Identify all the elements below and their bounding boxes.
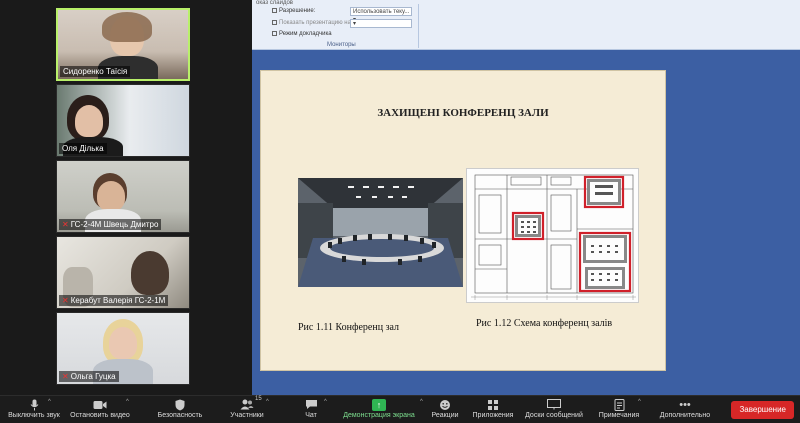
mute-label: Выключить звук (8, 412, 60, 419)
presenter-view-checkbox[interactable]: Режим докладчика (272, 31, 332, 37)
security-label: Безопасность (157, 412, 203, 419)
shared-screen: оказ слайдов Разрешение: Использовать те… (252, 0, 800, 395)
conference-floor-plan (466, 168, 639, 303)
chat-label: Чат (305, 412, 317, 419)
end-meeting-button[interactable]: Завершение (731, 401, 794, 419)
ribbon-tab[interactable]: оказ слайдов (256, 0, 293, 6)
microphone-icon (30, 397, 39, 412)
participant-gallery: Сидоренко Таїсія Оля Дiлька ✕ ГС-2-4М Шве… (0, 0, 245, 395)
conference-hall-photo (298, 178, 463, 287)
chat-bubble-icon (305, 397, 318, 412)
floor-plan-drawing (467, 169, 638, 302)
reactions-button[interactable]: Реакции (428, 396, 462, 423)
person-face (109, 327, 137, 359)
participants-count: 15 (255, 396, 262, 402)
person-hair (102, 12, 152, 42)
slide-canvas: ЗАХИЩЕНІ КОНФЕРЕНЦ ЗАЛИ Рис 1.11 Конфере… (252, 50, 800, 395)
resolution-label: Разрешение: (272, 8, 315, 14)
apps-label: Приложения (472, 412, 514, 419)
participant-tile[interactable]: Оля Дiлька (56, 84, 190, 157)
participant-name-tag: ✕ ГС-2-4М Швець Дмитро (59, 219, 162, 230)
participants-button[interactable]: 15 ^ Участники (222, 396, 272, 423)
workspace-background (666, 70, 800, 371)
participant-tile[interactable]: ✕ Керабут Валерія ГС-2-1М (56, 236, 190, 309)
notes-button[interactable]: ^ Примечания (596, 396, 642, 423)
participant-tile[interactable]: ✕ Ольга Гуцка (56, 312, 190, 385)
share-screen-button[interactable]: ↑ ^ Демонстрация экрана (340, 396, 423, 423)
monitor-dropdown[interactable]: ▾ (350, 19, 412, 28)
mic-muted-icon: ✕ (62, 296, 69, 305)
participant-name-tag: Сидоренко Таїсія (60, 66, 131, 77)
chevron-up-icon[interactable]: ^ (324, 399, 327, 405)
share-label: Демонстрация экрана (343, 412, 415, 419)
more-dots-icon: ••• (679, 398, 691, 411)
participant-name: Керабут Валерія ГС-2-1М (70, 296, 166, 305)
conference-hall-illustration (298, 178, 463, 287)
chevron-up-icon[interactable]: ^ (420, 399, 423, 405)
participant-name-tag: Оля Дiлька (59, 143, 107, 154)
stop-video-button[interactable]: ^ Остановить видео (68, 396, 132, 423)
presentation-slide: ЗАХИЩЕНІ КОНФЕРЕНЦ ЗАЛИ Рис 1.11 Конфере… (260, 70, 666, 371)
chat-button[interactable]: ^ Чат (296, 396, 327, 423)
chevron-up-icon[interactable]: ^ (48, 399, 51, 405)
participant-name: Оля Дiлька (62, 144, 104, 153)
more-label: Дополнительно (659, 412, 711, 419)
people-icon (240, 397, 254, 412)
video-camera-icon (93, 397, 107, 412)
meeting-toolbar: ^ Выключить звук ^ Остановить видео Безо… (0, 395, 800, 423)
participant-name-tag: ✕ Керабут Валерія ГС-2-1М (59, 295, 169, 306)
participant-name: ГС-2-4М Швець Дмитро (70, 220, 159, 229)
show-on-label: Показать презентацию на: (272, 20, 353, 26)
mic-muted-icon: ✕ (62, 372, 69, 381)
ribbon-group-label: Мониторы (327, 42, 356, 48)
person-face (75, 105, 103, 137)
zoom-meeting-window: Сидоренко Таїсія Оля Дiлька ✕ ГС-2-4М Шве… (0, 0, 800, 423)
apps-button[interactable]: Приложения (470, 396, 516, 423)
participant-tile[interactable]: Сидоренко Таїсія (56, 8, 190, 81)
slide-title: ЗАХИЩЕНІ КОНФЕРЕНЦ ЗАЛИ (377, 107, 549, 119)
powerpoint-ribbon: оказ слайдов Разрешение: Использовать те… (252, 0, 800, 50)
participant-name: Сидоренко Таїсія (63, 67, 128, 76)
apps-grid-icon (487, 397, 499, 412)
chevron-up-icon[interactable]: ^ (638, 399, 641, 405)
more-button[interactable]: ••• Дополнительно (650, 396, 720, 423)
participant-name: Ольга Гуцка (70, 372, 116, 381)
person-hair (131, 251, 169, 295)
whiteboard-button[interactable]: Доски сообщений (522, 396, 586, 423)
checkbox-icon (272, 31, 277, 36)
person-face (97, 181, 125, 211)
checkbox-icon (272, 20, 277, 25)
share-screen-icon: ↑ (372, 397, 386, 412)
notes-label: Примечания (598, 412, 640, 419)
caption-right: Рис 1.12 Схема конференц залів (476, 318, 613, 329)
notes-icon (614, 397, 625, 412)
ribbon-divider (418, 4, 419, 48)
smiley-icon (439, 397, 451, 412)
whiteboard-label: Доски сообщений (525, 412, 583, 419)
resolution-dropdown[interactable]: Использовать теку... ▾ (350, 7, 412, 23)
reactions-label: Реакции (431, 412, 459, 419)
security-button[interactable]: Безопасность (150, 396, 210, 423)
shield-icon (175, 397, 185, 412)
participant-tile[interactable]: ✕ ГС-2-4М Швець Дмитро (56, 160, 190, 233)
participant-name-tag: ✕ Ольга Гуцка (59, 371, 119, 382)
checkbox-icon (272, 8, 277, 13)
chevron-up-icon[interactable]: ^ (126, 399, 129, 405)
mute-button[interactable]: ^ Выключить звук (4, 396, 64, 423)
chevron-up-icon[interactable]: ^ (266, 399, 269, 405)
caption-left: Рис 1.11 Конференц зал (298, 322, 400, 333)
whiteboard-icon (547, 397, 561, 412)
participants-label: Участники (230, 412, 264, 419)
video-label: Остановить видео (70, 412, 130, 419)
mic-muted-icon: ✕ (62, 220, 69, 229)
